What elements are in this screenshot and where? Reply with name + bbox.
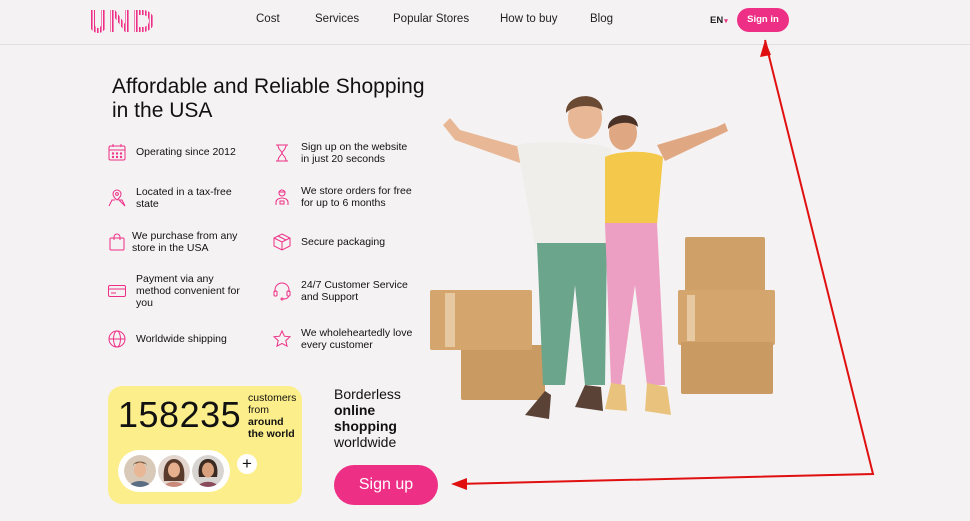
feature-text: Operating since 2012 [136,146,236,158]
feature-text: Worldwide shipping [136,333,227,345]
feature-operating-since: Operating since 2012 [107,142,236,162]
feature-customer-support: 24/7 Customer Service and Support [272,279,413,303]
feature-payment-methods: Payment via any method convenient for yo… [107,273,248,309]
feature-free-storage: We store orders for free for up to 6 mon… [272,185,416,209]
star-icon [272,329,292,348]
sign-in-button[interactable]: Sign in [737,8,789,32]
headset-icon [273,282,291,301]
caption-line-bold: around [248,416,284,428]
feature-text: We wholeheartedly love every customer [301,327,413,351]
caption-line: customers [248,392,297,404]
credit-card-icon [108,285,126,297]
warehouse-worker-icon [275,189,289,205]
customers-count: 158235 [118,394,242,435]
feature-text: Payment via any method convenient for yo… [136,273,240,309]
feature-text: We purchase from any store in the USA [132,230,238,254]
map-pin-icon [108,189,126,207]
tagline-line-bold: online [334,402,376,418]
chevron-down-icon: ▾ [724,18,728,25]
globe-icon [108,330,126,348]
add-customer-button[interactable]: + [237,454,257,474]
customers-caption: customers from around the world [248,392,296,440]
customer-avatars [118,450,230,492]
feature-quick-signup: Sign up on the website in just 20 second… [272,141,413,165]
shopping-bag-icon [109,233,125,251]
caption-line-bold: the world [248,428,295,440]
nav-blog[interactable]: Blog [590,13,613,25]
calendar-icon [108,144,126,161]
language-label: EN [710,15,724,26]
tagline-line: Borderless [334,386,401,402]
hero-illustration [430,96,775,419]
arrow-head-left-icon [451,478,467,490]
package-icon [273,233,291,251]
nav-services[interactable]: Services [315,13,359,25]
feature-text: We store orders for free for up to 6 mon… [301,185,412,209]
feature-purchase-any-store: We purchase from any store in the USA [107,230,244,254]
avatar [158,455,190,487]
feature-text: Sign up on the website in just 20 second… [301,141,408,165]
feature-text: 24/7 Customer Service and Support [301,279,408,303]
feature-love-customers: We wholeheartedly love every customer [272,327,416,351]
feature-text: Located in a tax-free state [136,186,232,210]
tagline-line-bold: shopping [334,418,397,434]
feature-text: Secure packaging [301,236,386,248]
tagline: Borderless online shopping worldwide [334,386,401,450]
top-navigation-bar: Cost Services Popular Stores How to buy … [0,0,970,45]
hourglass-icon [276,144,288,162]
nav-cost[interactable]: Cost [256,13,280,25]
avatar [124,455,156,487]
page-title: Affordable and Reliable Shopping in the … [112,75,425,122]
feature-secure-packaging: Secure packaging [272,232,385,252]
language-selector[interactable]: EN▾ [710,15,728,26]
feature-tax-free-state: Located in a tax-free state [107,186,246,210]
avatar [192,455,224,487]
caption-line: from [248,404,269,416]
nav-popular-stores[interactable]: Popular Stores [393,13,469,25]
customers-stats-card: 158235 customers from around the world + [108,386,302,504]
nav-how-to-buy[interactable]: How to buy [500,13,558,25]
feature-worldwide-shipping: Worldwide shipping [107,329,227,349]
tagline-line: worldwide [334,434,397,450]
sign-up-button[interactable]: Sign up [334,465,438,505]
und-logo[interactable] [88,8,156,34]
